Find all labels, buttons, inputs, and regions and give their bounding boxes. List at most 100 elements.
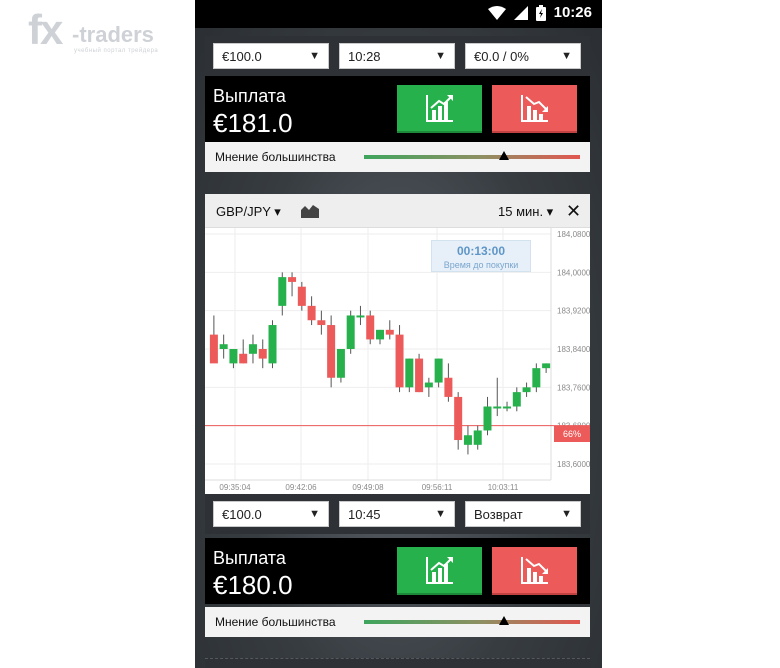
candle-up [434, 358, 443, 383]
card1-payout-row: Выплата €181.0 [205, 76, 590, 142]
card1-expiry-select[interactable]: 10:28 ▼ [339, 43, 455, 69]
wifi-icon [487, 5, 506, 20]
candle-up [278, 277, 287, 306]
card1-amount-value: €100.0 [222, 48, 262, 64]
card1-opinion-bar [364, 155, 580, 159]
fx-traders-logo: fx -traders учебный портал трейдера [28, 6, 168, 58]
candle-down [239, 353, 248, 364]
timer-label: Время до покупки [443, 260, 519, 270]
card1-opinion-label: Мнение большинства [215, 150, 336, 164]
card1-refund-select[interactable]: €0.0 / 0% ▼ [465, 43, 581, 69]
x-tick-label: 10:03:11 [488, 483, 519, 492]
candle-up [356, 315, 365, 318]
candle-down [288, 277, 297, 282]
logo-fx: fx [28, 6, 63, 53]
chevron-down-icon: ▼ [435, 508, 446, 520]
candle-up [463, 435, 472, 445]
phone-screen: 10:26 €100.0 ▼ 10:28 ▼ €0.0 / 0% ▼ Выпла… [195, 0, 602, 668]
y-tick-label: 183,6000 [557, 460, 590, 469]
timeframe-select[interactable]: 15 мин. ▾ [498, 204, 553, 220]
card2-payout-value: €180.0 [213, 570, 293, 600]
candle-up [483, 406, 492, 431]
chevron-down-icon: ▼ [561, 508, 572, 520]
candle-down [444, 377, 453, 397]
candlestick-chart[interactable]: 184,0800 184,0000 183,9200 183,8400 183,7600… [205, 228, 590, 494]
chart-card: GBP/JPY ▾ 15 мин. ▾ ✕ 184,0800 184,0000 18… [205, 194, 590, 494]
close-icon[interactable]: ✕ [566, 201, 581, 222]
asset-pair-select[interactable]: GBP/JPY ▾ [216, 204, 281, 220]
card2-opinion-label: Мнение большинства [215, 615, 336, 629]
candle-down [327, 325, 336, 378]
logo-traders: -traders [72, 22, 154, 47]
x-tick-label: 09:49:08 [352, 483, 384, 492]
signal-icon [513, 5, 528, 20]
card2-opinion-bar [364, 620, 580, 624]
candle-down [366, 315, 375, 340]
chart-down-icon [520, 557, 548, 584]
card2-refund-select[interactable]: Возврат ▼ [465, 501, 581, 527]
candle-up [493, 406, 502, 409]
chart-down-icon [520, 95, 548, 122]
card2-refund-value: Возврат [474, 506, 523, 522]
candle-down [297, 286, 306, 306]
y-tick-label: 184,0800 [557, 230, 590, 239]
next-card-edge [205, 658, 590, 668]
x-tick-label: 09:35:04 [219, 483, 251, 492]
card2-majority-opinion: Мнение большинства [205, 607, 590, 637]
candle-up [376, 329, 384, 340]
percent-badge: 66% [554, 426, 590, 442]
x-tick-label: 09:42:06 [285, 483, 317, 492]
y-tick-label: 183,9200 [557, 307, 590, 316]
card2-amount-select[interactable]: €100.0 ▼ [213, 501, 329, 527]
candle-up [512, 392, 521, 407]
y-tick-label: 183,7600 [557, 383, 590, 392]
chevron-down-icon: ▼ [309, 50, 320, 62]
status-clock: 10:26 [553, 4, 592, 21]
card2-selectors: €100.0 ▼ 10:45 ▼ Возврат ▼ [205, 494, 590, 534]
y-tick-label: 183,8400 [557, 345, 590, 354]
candle-up [346, 315, 355, 349]
candle-up [405, 358, 414, 388]
chevron-down-icon: ▼ [435, 50, 446, 62]
candle-down [385, 329, 394, 335]
chevron-down-icon: ▼ [309, 508, 320, 520]
screenshot-stage: fx -traders учебный портал трейдера 10:2… [0, 0, 780, 668]
timer-time: 00:13:00 [456, 244, 506, 258]
candle-down [454, 396, 463, 441]
candle-up [473, 430, 482, 445]
card2-put-button[interactable] [492, 547, 577, 595]
candle-up [522, 387, 531, 393]
card1-majority-opinion: Мнение большинства [205, 142, 590, 172]
card2-expiry-select[interactable]: 10:45 ▼ [339, 501, 455, 527]
card2-expiry-value: 10:45 [348, 506, 381, 522]
card1-opinion-marker [499, 151, 510, 160]
chevron-down-icon: ▼ [561, 50, 572, 62]
y-tick-label: 184,0000 [557, 268, 590, 277]
x-tick-label: 09:56:11 [422, 483, 453, 492]
card2-call-button[interactable] [397, 547, 482, 595]
candle-up [503, 406, 512, 409]
chart-up-icon [425, 557, 453, 584]
asset-pair-label: GBP/JPY [216, 204, 271, 219]
area-chart-icon[interactable] [301, 204, 319, 218]
candle-down [209, 334, 218, 364]
purchase-timer: 00:13:00 Время до покупки [431, 240, 531, 272]
card1-payout-value: €181.0 [213, 108, 293, 138]
card1-call-button[interactable] [397, 85, 482, 133]
candle-down [258, 349, 267, 359]
card2-opinion-marker [499, 616, 510, 625]
status-bar: 10:26 [195, 0, 602, 28]
candle-up [248, 344, 257, 354]
card1-refund-value: €0.0 / 0% [474, 48, 529, 64]
candle-up [336, 349, 345, 378]
chart-up-icon [425, 95, 453, 122]
candle-down [317, 320, 326, 326]
candle-up [542, 363, 551, 369]
candle-up [219, 344, 228, 349]
card1-put-button[interactable] [492, 85, 577, 133]
card1-amount-select[interactable]: €100.0 ▼ [213, 43, 329, 69]
card2-amount-value: €100.0 [222, 506, 262, 522]
candle-down [395, 334, 404, 388]
card1-payout-label: Выплата [213, 86, 286, 106]
card2-payout-row: Выплата €180.0 [205, 538, 590, 604]
